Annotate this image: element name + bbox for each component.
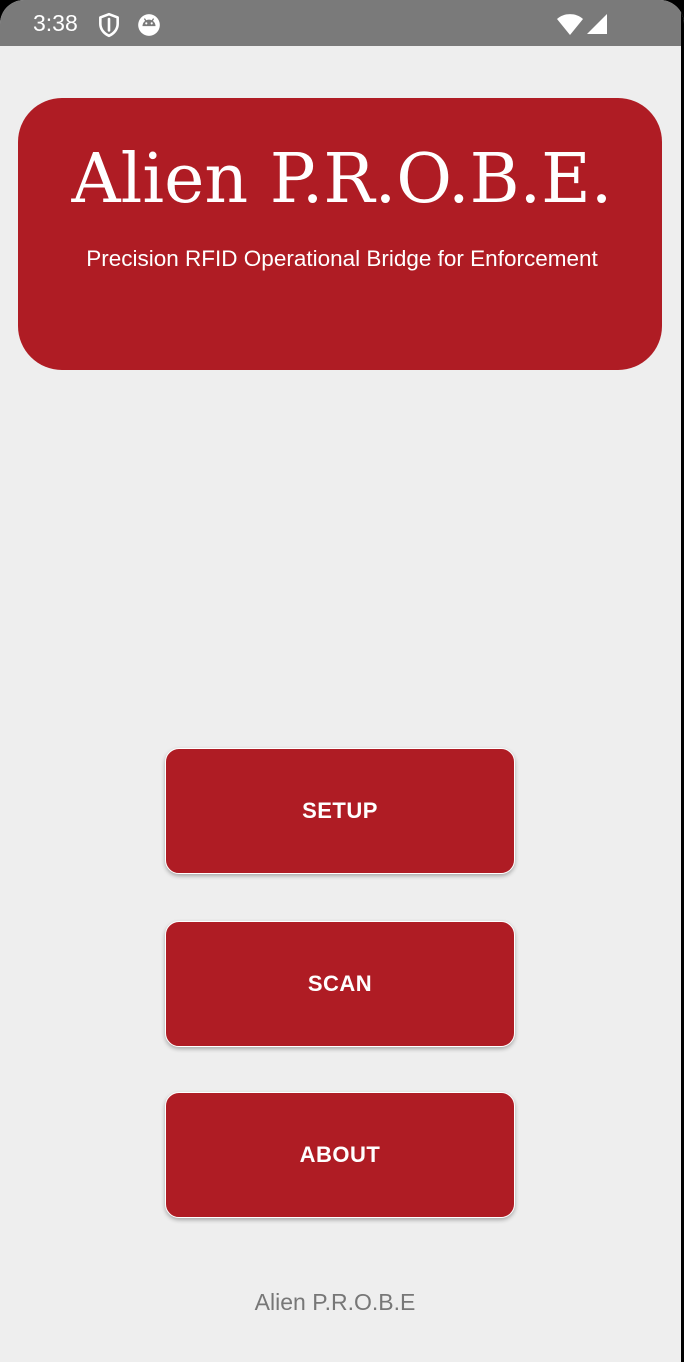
setup-button[interactable]: SETUP bbox=[165, 748, 515, 874]
app-title: Alien P.R.O.B.E. bbox=[71, 140, 613, 219]
about-button[interactable]: ABOUT bbox=[165, 1092, 515, 1218]
wifi-icon bbox=[556, 13, 584, 37]
android-icon bbox=[136, 12, 162, 38]
status-time: 3:38 bbox=[33, 10, 78, 36]
status-bar: 3:38 bbox=[0, 0, 684, 46]
signal-icon bbox=[586, 13, 608, 35]
shield-icon bbox=[96, 12, 122, 38]
footer-app-name: Alien P.R.O.B.E bbox=[254, 1289, 416, 1315]
app-subtitle: Precision RFID Operational Bridge for En… bbox=[86, 246, 598, 271]
scan-button[interactable]: SCAN bbox=[165, 921, 515, 1047]
app-screen: 3:38 Alien P.R.O.B.E. Precision RFID Ope… bbox=[0, 0, 684, 1362]
phone-frame: 3:38 Alien P.R.O.B.E. Precision RFID Ope… bbox=[0, 0, 684, 1362]
